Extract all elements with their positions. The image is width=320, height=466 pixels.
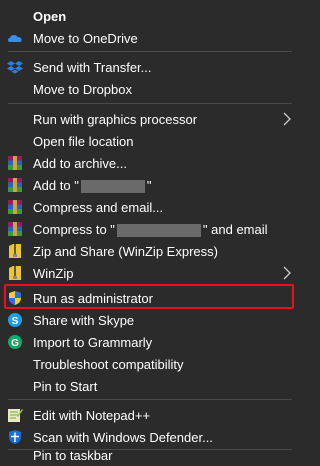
menu-item-label: Open: [33, 9, 67, 24]
notepadpp-icon: [7, 407, 23, 423]
menu-item-label: Compress to " " and email: [33, 222, 268, 238]
menu-item-send-with-transfer[interactable]: Send with Transfer...: [0, 56, 300, 78]
redacted-filename: [80, 180, 145, 194]
menu-item-label: Compress and email...: [33, 200, 164, 215]
menu-item-winzip[interactable]: WinZip: [0, 262, 300, 284]
menu-item-compress-and-email[interactable]: Compress and email...: [0, 196, 300, 218]
menu-item-label: Share with Skype: [33, 313, 135, 328]
menu-item-open[interactable]: Open: [0, 5, 300, 27]
menu-item-troubleshoot-compatibility[interactable]: Troubleshoot compatibility: [0, 353, 300, 375]
menu-item-label: Zip and Share (WinZip Express): [33, 244, 218, 259]
menu-item-label: Open file location: [33, 134, 134, 149]
winzip-icon: [7, 243, 23, 259]
menu-item-label: Add to archive...: [33, 156, 127, 171]
winzip-icon: [7, 265, 23, 281]
chevron-right-icon: [283, 112, 291, 126]
svg-text:S: S: [12, 316, 19, 327]
winrar-icon: [7, 221, 23, 237]
winrar-icon: [7, 199, 23, 215]
menu-item-pin-to-taskbar[interactable]: Pin to taskbar: [0, 444, 300, 466]
highlight-box: [4, 284, 294, 309]
menu-item-move-to-dropbox[interactable]: Move to Dropbox: [0, 78, 300, 100]
menu-item-add-to-archive[interactable]: Add to archive...: [0, 152, 300, 174]
menu-item-label: Edit with Notepad++: [33, 408, 151, 423]
redacted-filename: [116, 224, 201, 238]
winrar-icon: [7, 177, 23, 193]
context-menu: Open Move to OneDrive Send with Transfer…: [0, 0, 300, 463]
grammarly-icon: G: [7, 334, 23, 350]
menu-item-compress-to-named-and-email[interactable]: Compress to " " and email: [0, 218, 300, 240]
menu-item-label: Move to Dropbox: [33, 82, 132, 97]
menu-item-edit-with-notepadpp[interactable]: Edit with Notepad++: [0, 404, 300, 426]
menu-item-label: Troubleshoot compatibility: [33, 357, 184, 372]
menu-item-label: Scan with Windows Defender...: [33, 430, 213, 445]
menu-separator: [8, 103, 292, 104]
menu-item-label: Add to " ": [33, 178, 152, 194]
menu-item-open-file-location[interactable]: Open file location: [0, 130, 300, 152]
menu-item-label: WinZip: [33, 266, 74, 281]
winrar-icon: [7, 155, 23, 171]
menu-item-label: Move to OneDrive: [33, 31, 138, 46]
menu-item-pin-to-start[interactable]: Pin to Start: [0, 375, 300, 397]
menu-item-label: Import to Grammarly: [33, 335, 153, 350]
menu-item-import-to-grammarly[interactable]: G Import to Grammarly: [0, 331, 300, 353]
dropbox-icon: [7, 59, 23, 75]
menu-item-label: Send with Transfer...: [33, 60, 152, 75]
skype-icon: S: [7, 312, 23, 328]
svg-text:G: G: [11, 338, 19, 349]
menu-item-label: Run with graphics processor: [33, 112, 198, 127]
menu-item-label: Pin to taskbar: [33, 448, 113, 463]
menu-item-run-with-graphics-processor[interactable]: Run with graphics processor: [0, 108, 300, 130]
menu-separator: [8, 51, 292, 52]
menu-item-share-with-skype[interactable]: S Share with Skype: [0, 309, 300, 331]
defender-icon: [7, 429, 23, 445]
onedrive-icon: [7, 30, 23, 46]
menu-item-zip-and-share[interactable]: Zip and Share (WinZip Express): [0, 240, 300, 262]
menu-separator: [8, 399, 292, 400]
menu-item-move-to-onedrive[interactable]: Move to OneDrive: [0, 27, 300, 49]
menu-item-label: Pin to Start: [33, 379, 98, 394]
chevron-right-icon: [283, 266, 291, 280]
menu-item-add-to-named-archive[interactable]: Add to " ": [0, 174, 300, 196]
